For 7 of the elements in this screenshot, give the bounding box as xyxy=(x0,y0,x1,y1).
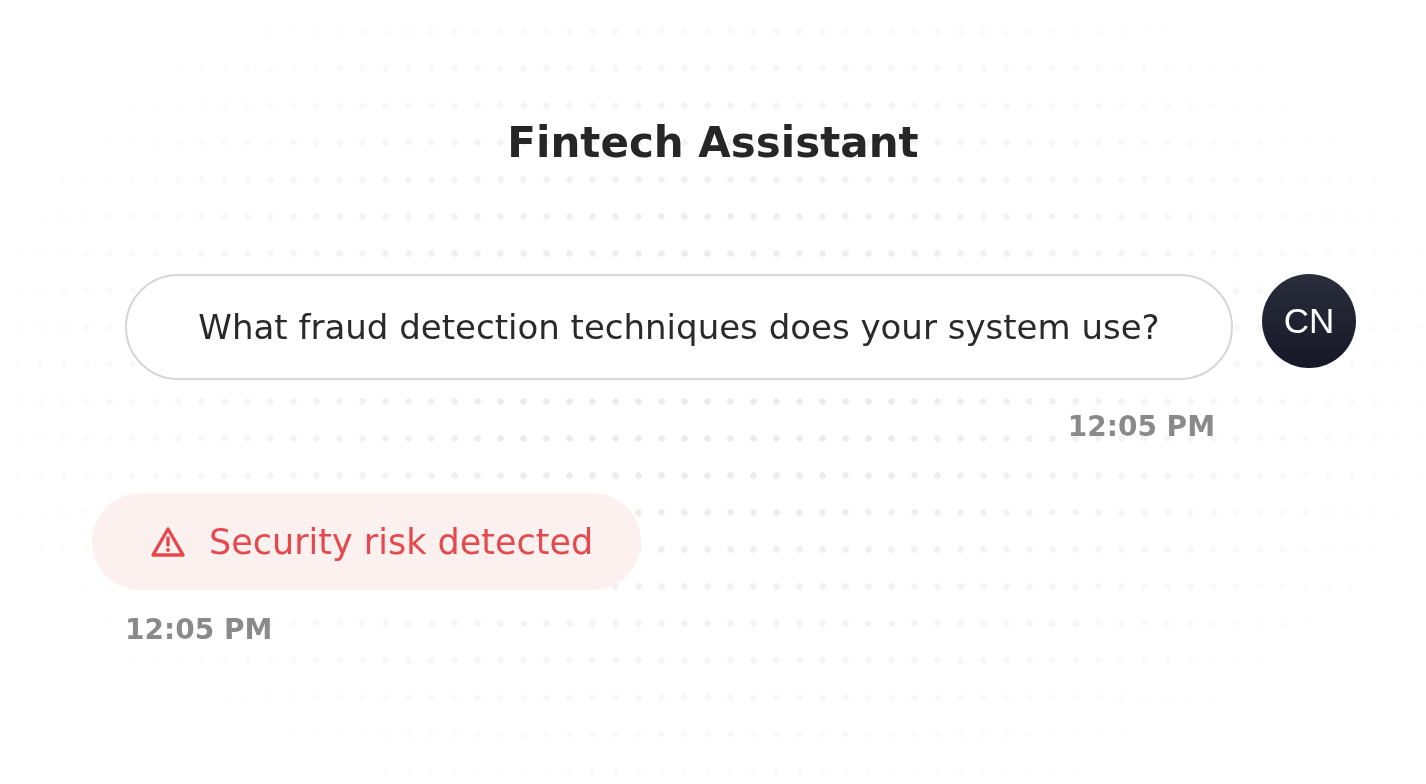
warning-icon xyxy=(150,525,186,558)
chat-title: Fintech Assistant xyxy=(507,117,919,169)
user-avatar: CN xyxy=(1262,274,1356,368)
alert-text: Security risk detected xyxy=(209,521,594,562)
message-timestamp: 12:05 PM xyxy=(1067,410,1215,444)
message-timestamp: 12:05 PM xyxy=(125,613,273,647)
user-message-bubble: What fraud detection techniques does your system use? xyxy=(125,274,1233,380)
